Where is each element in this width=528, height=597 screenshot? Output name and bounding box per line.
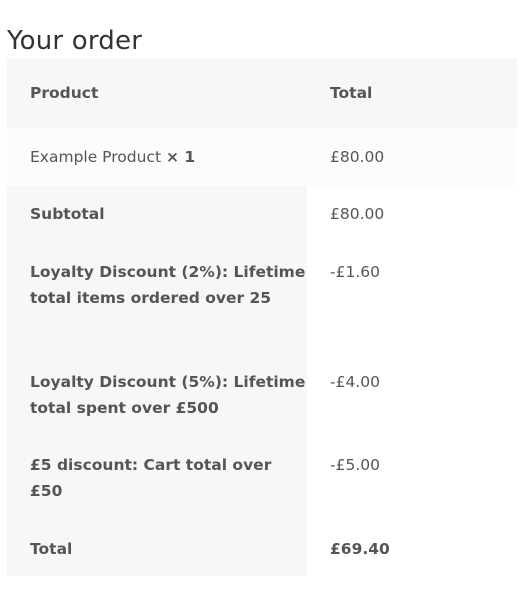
product-name: Example Product: [30, 148, 162, 166]
order-total-value: £69.40: [307, 521, 517, 576]
table-row: Example Product × 1 £80.00: [7, 128, 517, 186]
product-cell: Example Product × 1: [7, 128, 307, 186]
cart-discount-value: -£5.00: [307, 437, 517, 521]
order-review-table: Product Total Example Product × 1 £80.00…: [7, 58, 517, 576]
column-header-product: Product: [7, 58, 307, 128]
page-title: Your order: [7, 25, 143, 56]
column-header-total: Total: [307, 58, 517, 128]
discount-row: Loyalty Discount (2%): Lifetime total it…: [7, 244, 517, 354]
subtotal-value: £80.00: [307, 186, 517, 244]
loyalty-items-discount-label: Loyalty Discount (2%): Lifetime total it…: [7, 244, 307, 354]
cart-discount-label: £5 discount: Cart total over £50: [7, 437, 307, 521]
loyalty-spent-discount-label: Loyalty Discount (5%): Lifetime total sp…: [7, 354, 307, 437]
subtotal-label: Subtotal: [7, 186, 307, 244]
order-total-row: Total £69.40: [7, 521, 517, 576]
loyalty-spent-discount-value: -£4.00: [307, 354, 517, 437]
order-total-label: Total: [7, 521, 307, 576]
product-total: £80.00: [307, 128, 517, 186]
loyalty-items-discount-value: -£1.60: [307, 244, 517, 354]
subtotal-row: Subtotal £80.00: [7, 186, 517, 244]
discount-row: Loyalty Discount (5%): Lifetime total sp…: [7, 354, 517, 437]
table-header-row: Product Total: [7, 58, 517, 128]
product-quantity: × 1: [165, 148, 196, 166]
discount-row: £5 discount: Cart total over £50 -£5.00: [7, 437, 517, 521]
